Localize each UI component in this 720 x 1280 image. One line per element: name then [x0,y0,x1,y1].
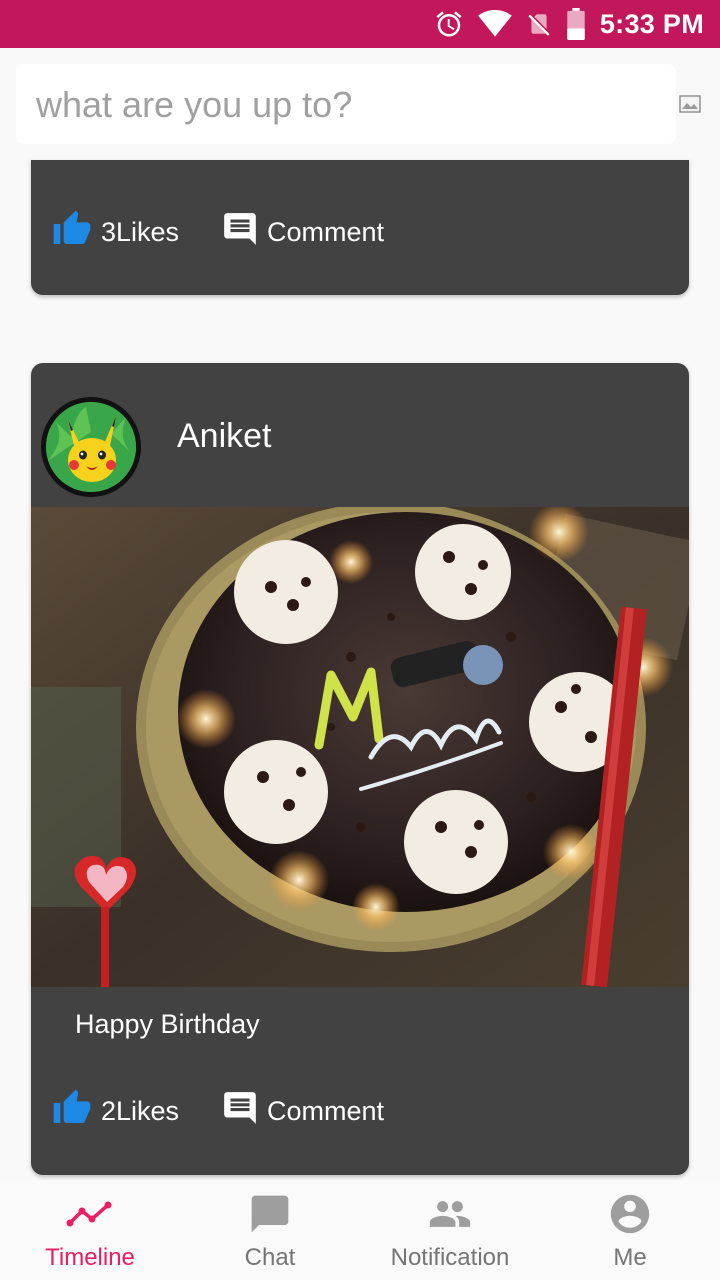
status-icons: 5:33 PM [434,0,704,48]
timeline-icon [0,1192,180,1236]
nav-item-me[interactable]: Me [540,1180,720,1280]
post-photo[interactable] [31,507,689,987]
post-composer-input[interactable]: what are you up to? [16,64,676,144]
image-icon[interactable] [679,93,701,115]
post-author[interactable]: Aniket [177,417,272,456]
comment-label: Comment [267,216,385,247]
like-button[interactable]: 2Likes [51,1081,179,1141]
battery-icon [566,8,586,40]
account-circle-icon [540,1192,720,1236]
comment-icon [221,210,259,255]
thumbs-up-icon [51,1088,93,1135]
nav-label: Me [613,1244,647,1271]
post-card: Aniket Happy Birthday 2Likes Comment [31,363,689,1175]
pikachu-avatar-image [46,402,136,492]
chat-icon [180,1192,360,1236]
post-card: 3Likes Comment [31,160,689,295]
wifi-icon [478,10,512,38]
nav-label: Timeline [45,1244,135,1271]
comment-icon [221,1089,259,1134]
status-time: 5:33 PM [599,8,704,39]
composer-placeholder: what are you up to? [36,84,353,125]
alarm-icon [434,9,464,39]
thumbs-up-icon [51,209,93,256]
post-actions: 2Likes Comment [31,1081,689,1141]
status-bar: 5:33 PM [0,0,720,48]
nav-item-notification[interactable]: Notification [360,1180,540,1280]
like-count: 2Likes [101,1095,180,1126]
nav-label: Chat [244,1244,296,1271]
nav-label: Notification [390,1244,510,1271]
bottom-navigation: Timeline Chat Notification Me [0,1180,720,1280]
comment-button[interactable]: Comment [221,202,384,262]
no-sim-icon [526,9,552,39]
nav-item-chat[interactable]: Chat [180,1180,360,1280]
post-caption: Happy Birthday [75,1009,260,1039]
nav-item-timeline[interactable]: Timeline [0,1180,180,1280]
comment-button[interactable]: Comment [221,1081,384,1141]
comment-label: Comment [267,1095,385,1126]
post-actions: 3Likes Comment [31,202,689,262]
like-count: 3Likes [101,216,180,247]
avatar[interactable] [41,397,141,497]
like-button[interactable]: 3Likes [51,202,179,262]
people-icon [360,1192,540,1236]
